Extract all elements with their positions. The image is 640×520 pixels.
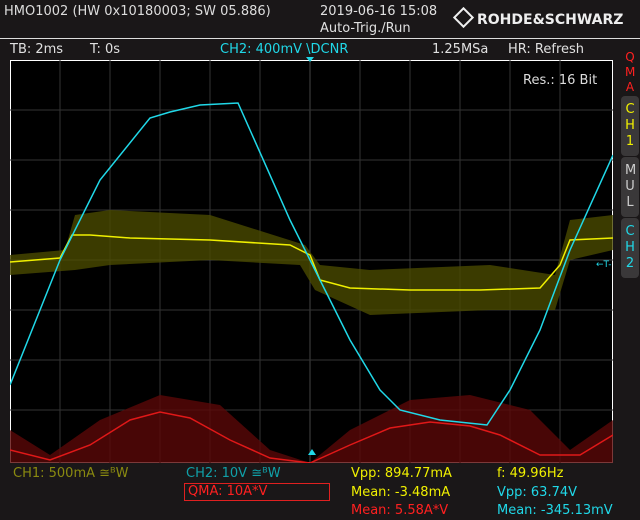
qma-settings[interactable]: QMA: 10A*V	[184, 483, 330, 501]
brand-logo: ROHDE&SCHWARZ	[452, 6, 624, 29]
side-tab-ch1[interactable]: CH1	[621, 96, 639, 156]
header-divider	[0, 38, 640, 39]
ch1-settings[interactable]: CH1: 500mA ≅ᴮW	[13, 466, 129, 481]
ch2-vpp: Vpp: 63.74V	[497, 485, 578, 500]
side-tab-label: QMA	[625, 50, 636, 94]
trigger-status: Auto-Trig./Run	[320, 21, 411, 36]
resolution-label: Res.: 16 Bit	[523, 73, 597, 88]
ch2-mean: Mean: -345.13mV	[497, 503, 613, 518]
datetime: 2019-06-16 15:08	[320, 4, 438, 19]
ch1-mean: Mean: -3.48mA	[351, 485, 451, 500]
side-tab-ch2[interactable]: CH2	[621, 218, 639, 278]
timebase[interactable]: TB: 2ms	[10, 42, 63, 57]
trigger-offset-marker[interactable]	[306, 57, 314, 62]
side-tab-label: CH1	[625, 102, 635, 149]
ch1-vpp: Vpp: 894.77mA	[351, 466, 452, 481]
frequency: f: 49.96Hz	[497, 466, 564, 481]
trigger-source[interactable]: CH2: 400mV \DCNR	[220, 42, 348, 57]
qma-mean: Mean: 5.58A*V	[351, 503, 449, 518]
side-tab-qma[interactable]: QMA	[625, 50, 635, 95]
device-info: HMO1002 (HW 0x10180003; SW 05.886)	[4, 4, 271, 19]
hr-mode[interactable]: HR: Refresh	[508, 42, 584, 57]
side-tab-label: CH2	[625, 224, 635, 271]
side-tab-mul[interactable]: MUL	[621, 157, 639, 217]
trigger-level-marker[interactable]: ←T-	[596, 260, 611, 270]
brand-name: ROHDE&SCHWARZ	[477, 12, 624, 28]
waveform-screen[interactable]: Res.: 16 Bit ←T-	[10, 60, 613, 463]
trigger-time[interactable]: T: 0s	[90, 42, 120, 57]
rs-diamond-icon	[452, 6, 475, 29]
side-tab-label: MUL	[625, 163, 637, 210]
sample-rate: 1.25MSa	[432, 42, 489, 57]
ch2-settings[interactable]: CH2: 10V ≅ᴮW	[186, 466, 281, 481]
